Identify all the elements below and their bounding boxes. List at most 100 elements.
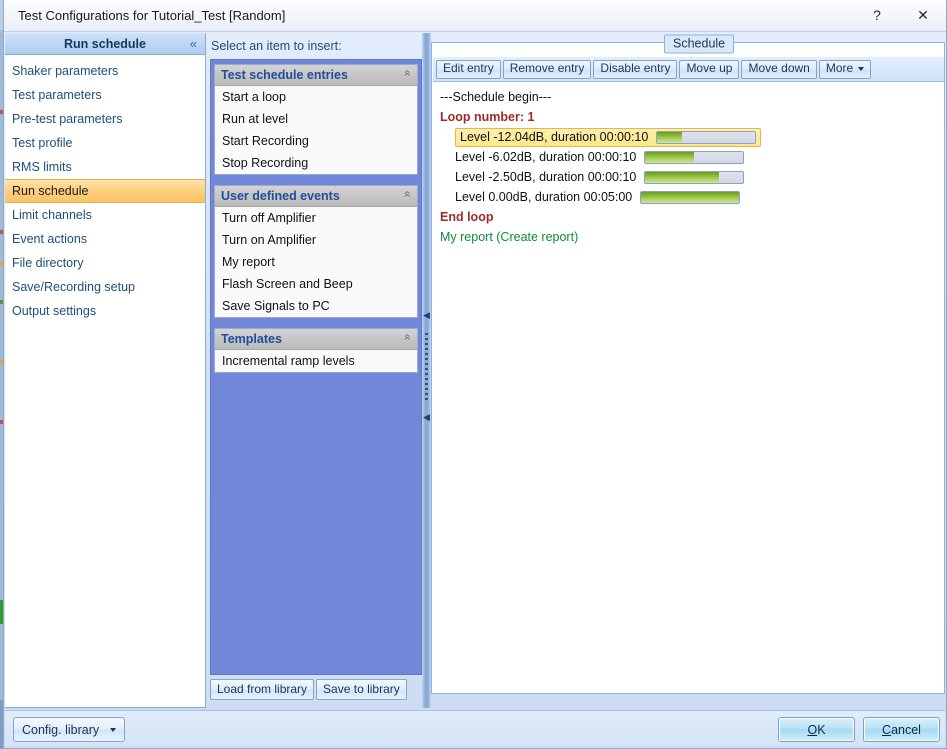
entry-wrapper: Level -2.50dB, duration 00:00:10: [455, 167, 745, 187]
sidebar-item-shaker-parameters[interactable]: Shaker parameters: [5, 59, 205, 83]
level-bar: [656, 130, 757, 144]
sidebar-item-label: Run schedule: [12, 184, 89, 198]
schedule-entry-row[interactable]: Level -12.04dB, duration 00:00:10: [433, 127, 944, 147]
config-library-button[interactable]: Config. library: [13, 717, 125, 742]
move-down-button[interactable]: Move down: [741, 59, 817, 79]
toolbar-button-label: Disable entry: [600, 61, 671, 75]
insert-group-title: Test schedule entries: [221, 68, 348, 82]
insert-group-title: User defined events: [221, 189, 340, 203]
insert-list-item[interactable]: Start a loop: [215, 86, 417, 108]
sidebar-item-save-recording-setup[interactable]: Save/Recording setup: [5, 275, 205, 299]
collapse-sidebar-icon[interactable]: «: [190, 36, 197, 52]
insert-list-item[interactable]: Turn on Amplifier: [215, 229, 417, 251]
sidebar-item-label: Shaker parameters: [12, 64, 119, 78]
toolbar-button-label: More: [825, 61, 854, 75]
insert-panel-label: Select an item to insert:: [211, 39, 342, 53]
panel-splitter[interactable]: ◀ ◀: [422, 33, 431, 708]
sidebar-item-label: Output settings: [12, 304, 97, 318]
library-buttons: Load from library Save to library: [210, 679, 407, 700]
schedule-entry-row[interactable]: Level 0.00dB, duration 00:05:00: [433, 187, 944, 207]
sidebar-item-file-directory[interactable]: File directory: [5, 251, 205, 275]
splitter-collapse-left-icon[interactable]: ◀: [423, 311, 430, 320]
schedule-toolbar: Edit entry Remove entry Disable entry Move …: [433, 57, 944, 82]
move-up-button[interactable]: Move up: [679, 59, 740, 79]
splitter-collapse-left-icon-2[interactable]: ◀: [423, 413, 430, 422]
sidebar-item-pre-test-parameters[interactable]: Pre-test parameters: [5, 107, 205, 131]
level-bar-fill: [645, 171, 719, 183]
toolbar-button-label: Remove entry: [509, 61, 585, 75]
schedule-loop-row[interactable]: End loop: [433, 207, 944, 227]
remove-entry-button[interactable]: Remove entry: [502, 59, 592, 79]
cancel-button[interactable]: Cancel: [863, 717, 940, 742]
splitter-grip-icon: [425, 333, 428, 403]
insert-list-item[interactable]: Save Signals to PC: [215, 295, 417, 317]
sidebar-item-limit-channels[interactable]: Limit channels: [5, 203, 205, 227]
sidebar-header-title: Run schedule: [64, 36, 146, 51]
chevron-down-icon: [858, 66, 865, 71]
schedule-panel: Schedule Edit entry Remove entry Disable e…: [431, 33, 945, 708]
row-label: End loop: [440, 210, 494, 224]
window-title: Test Configurations for Tutorial_Test [R…: [18, 8, 286, 23]
sidebar-item-label: Test profile: [12, 136, 73, 150]
row-label: Loop number: 1: [440, 110, 535, 124]
sidebar-item-test-parameters[interactable]: Test parameters: [5, 83, 205, 107]
row-label: My report (Create report): [440, 230, 579, 244]
schedule-groupbox: Schedule Edit entry Remove entry Disable e…: [431, 34, 945, 694]
insert-list-item[interactable]: Start Recording: [215, 130, 417, 152]
insert-list-item[interactable]: Run at level: [215, 108, 417, 130]
entry-wrapper: Level -6.02dB, duration 00:00:10: [455, 147, 745, 167]
sidebar-item-rms-limits[interactable]: RMS limits: [5, 155, 205, 179]
sidebar-item-output-settings[interactable]: Output settings: [5, 299, 205, 323]
sidebar-header: Run schedule «: [5, 33, 205, 55]
schedule-entry-row[interactable]: Level -6.02dB, duration 00:00:10: [433, 147, 944, 167]
schedule-entry-row[interactable]: Level -2.50dB, duration 00:00:10: [433, 167, 944, 187]
schedule-groupbox-legend: Schedule: [664, 34, 735, 54]
title-bar: Test Configurations for Tutorial_Test [R…: [4, 0, 946, 32]
insert-list-item[interactable]: Stop Recording: [215, 152, 417, 174]
insert-list-item[interactable]: Turn off Amplifier: [215, 207, 417, 229]
entry-wrapper: Level 0.00dB, duration 00:05:00: [455, 187, 741, 207]
chevron-up-icon[interactable]: »: [400, 334, 414, 341]
dialog-window: Test Configurations for Tutorial_Test [R…: [3, 0, 947, 749]
schedule-entry-list[interactable]: ---Schedule begin--- Loop number: 1 Level …: [433, 83, 944, 693]
insert-group-header[interactable]: Test schedule entries »: [215, 65, 417, 86]
insert-list-item[interactable]: Flash Screen and Beep: [215, 273, 417, 295]
load-from-library-button[interactable]: Load from library: [210, 679, 315, 700]
schedule-marker-row[interactable]: ---Schedule begin---: [433, 87, 944, 107]
insert-list-item[interactable]: Incremental ramp levels: [215, 350, 417, 372]
entry-label: Level -2.50dB, duration 00:00:10: [455, 170, 637, 184]
close-icon[interactable]: ✕: [900, 0, 946, 31]
insert-group: Test schedule entries » Start a loop Run at…: [214, 64, 418, 175]
save-to-library-button[interactable]: Save to library: [316, 679, 407, 700]
level-bar-fill: [657, 131, 682, 143]
sidebar-item-label: RMS limits: [12, 160, 72, 174]
chevron-up-icon[interactable]: »: [400, 191, 414, 198]
title-bar-buttons: ? ✕: [854, 0, 946, 32]
insert-list-item[interactable]: My report: [215, 251, 417, 273]
schedule-event-row[interactable]: My report (Create report): [433, 227, 944, 247]
sidebar-item-event-actions[interactable]: Event actions: [5, 227, 205, 251]
sidebar-item-list: Shaker parameters Test parameters Pre-test…: [5, 55, 205, 323]
insert-item-list: Test schedule entries » Start a loop Run at…: [210, 59, 422, 675]
toolbar-button-label: Move down: [748, 61, 810, 75]
level-bar: [644, 150, 745, 164]
chevron-up-icon[interactable]: »: [400, 70, 414, 77]
entry-label: Level -12.04dB, duration 00:00:10: [460, 130, 649, 144]
insert-group-header[interactable]: Templates »: [215, 329, 417, 350]
disable-entry-button[interactable]: Disable entry: [593, 59, 678, 79]
help-icon[interactable]: ?: [854, 0, 900, 31]
dialog-footer: Config. library OK Cancel: [5, 710, 945, 746]
schedule-loop-row[interactable]: Loop number: 1: [433, 107, 944, 127]
ok-button[interactable]: OK: [778, 717, 855, 742]
sidebar-item-label: Pre-test parameters: [12, 112, 123, 126]
sidebar-item-run-schedule[interactable]: Run schedule: [5, 179, 205, 203]
sidebar-item-test-profile[interactable]: Test profile: [5, 131, 205, 155]
sidebar-item-label: Save/Recording setup: [12, 280, 135, 294]
sidebar-item-label: Event actions: [12, 232, 88, 246]
insert-group-header[interactable]: User defined events »: [215, 186, 417, 207]
edit-entry-button[interactable]: Edit entry: [436, 59, 501, 79]
row-label: ---Schedule begin---: [440, 90, 552, 104]
more-button[interactable]: More: [818, 59, 872, 79]
sidebar-item-label: Limit channels: [12, 208, 92, 222]
toolbar-button-label: Move up: [686, 61, 733, 75]
